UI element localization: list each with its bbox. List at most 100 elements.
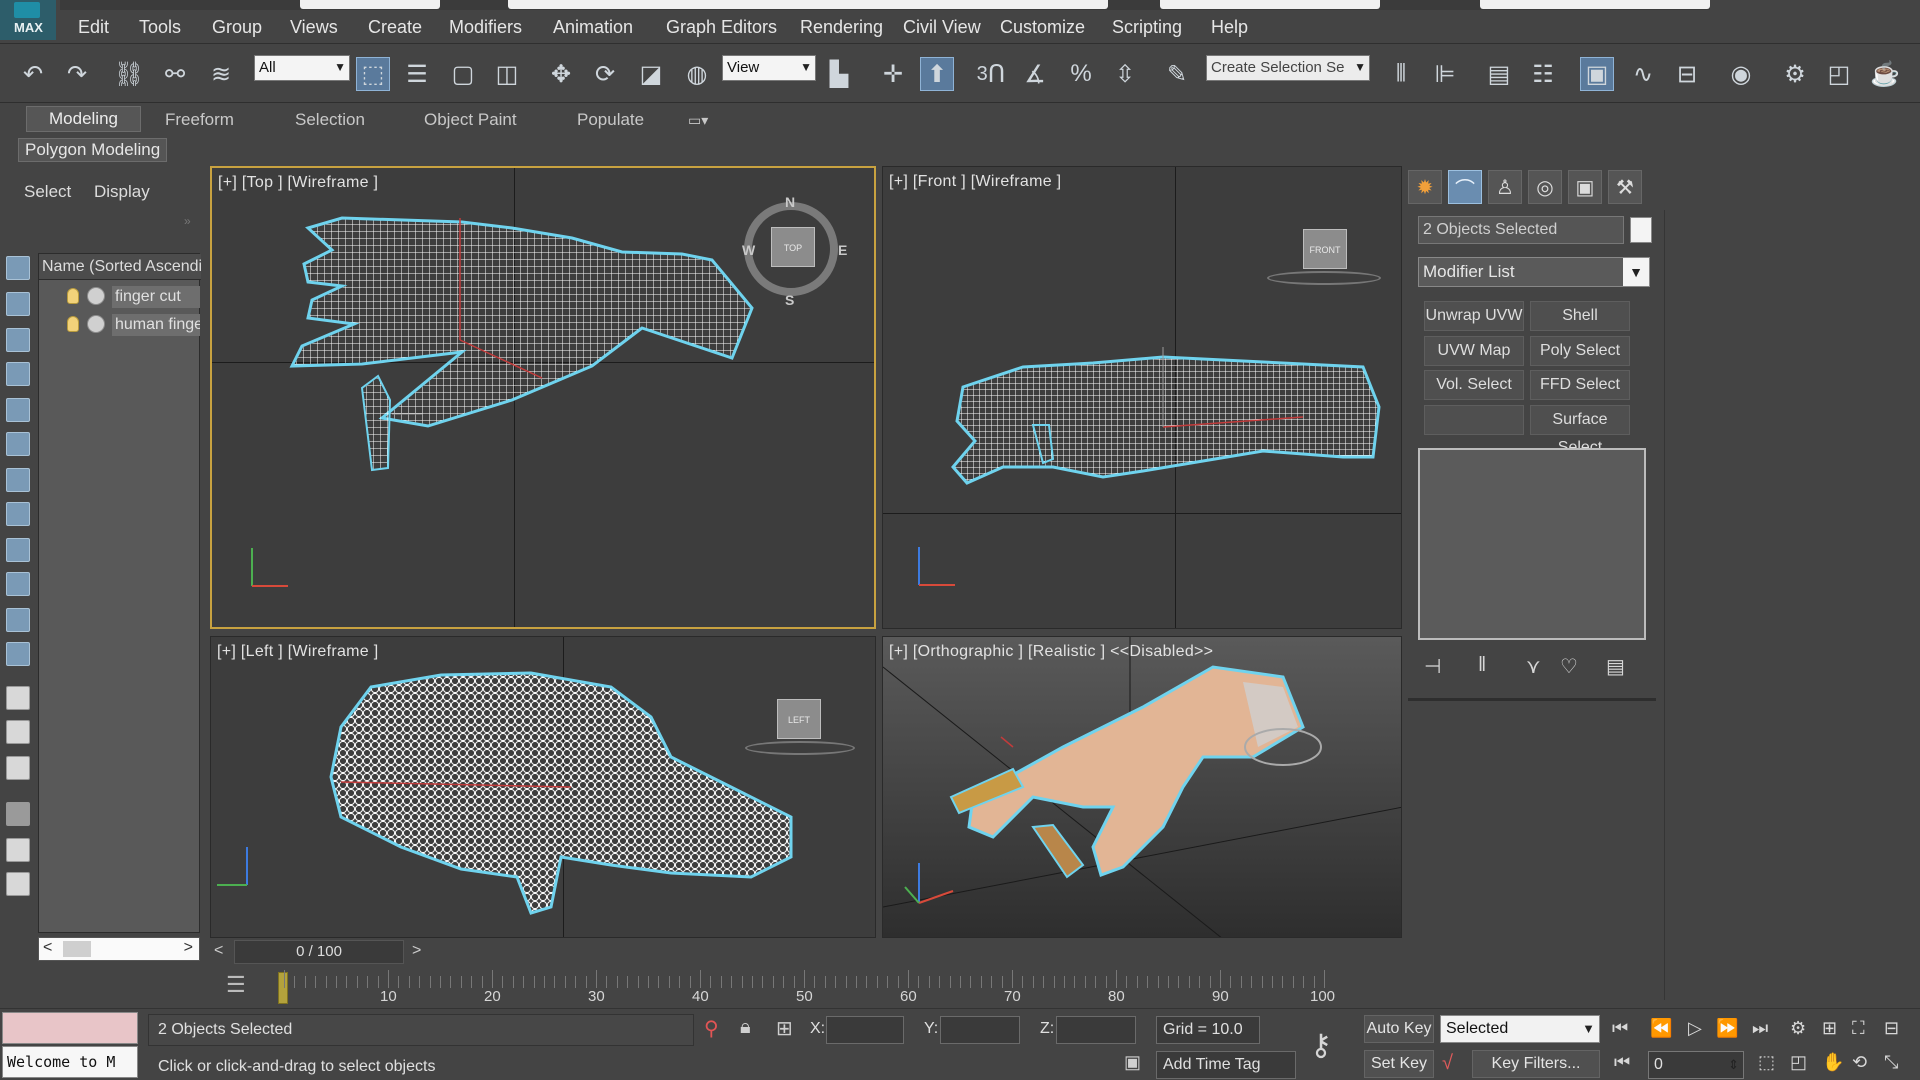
display-lights-icon[interactable] xyxy=(6,328,30,352)
workspace-field[interactable] xyxy=(300,0,440,9)
menu-animation[interactable]: Animation xyxy=(553,17,633,38)
show-end-result-icon[interactable]: ‖ xyxy=(1478,654,1486,677)
named-selection-set-dropdown[interactable]: Create Selection Se ▼ xyxy=(1206,55,1370,81)
pivot-center-icon[interactable]: ▙ xyxy=(822,57,856,91)
tab-modeling[interactable]: Modeling xyxy=(26,106,141,132)
tab-display[interactable]: Display xyxy=(94,182,150,202)
scene-explorer-icon[interactable]: ▣ xyxy=(1580,57,1614,91)
z-coordinate-field[interactable] xyxy=(1056,1016,1136,1044)
chevron-left-icon[interactable]: < xyxy=(43,939,52,957)
configure-modifier-sets-icon[interactable]: ▤ xyxy=(1606,654,1625,679)
set-key-icon[interactable]: ⚷ xyxy=(1310,1028,1332,1063)
display-all-icon[interactable] xyxy=(6,686,30,710)
toggle-ribbon-icon[interactable]: ☷ xyxy=(1526,57,1560,91)
mirror-icon[interactable]: ⫴ xyxy=(1384,57,1418,91)
display-containers-icon[interactable] xyxy=(6,572,30,596)
menu-scripting[interactable]: Scripting xyxy=(1112,17,1182,38)
display-invert-icon[interactable] xyxy=(6,756,30,780)
schematic-view-icon[interactable]: ⊟ xyxy=(1670,57,1704,91)
help-search-field[interactable] xyxy=(1160,0,1380,9)
time-slider[interactable]: < 0 / 100 > xyxy=(210,940,430,964)
align-icon[interactable]: ⊫ xyxy=(1428,57,1462,91)
shell-button[interactable]: Shell xyxy=(1530,301,1630,331)
viewcube[interactable]: LEFT xyxy=(777,699,821,739)
ribbon-options-icon[interactable]: ▭▾ xyxy=(688,112,708,129)
curve-editor-icon[interactable]: ∿ xyxy=(1626,57,1660,91)
viewcube-ring[interactable] xyxy=(1267,271,1381,285)
orbit-icon[interactable]: ⟲ xyxy=(1852,1052,1867,1073)
go-to-start-icon[interactable]: ⏮ xyxy=(1612,1018,1628,1039)
list-item[interactable]: finger cut xyxy=(39,284,201,310)
chevron-right-icon[interactable]: > xyxy=(184,939,193,957)
play-icon[interactable]: ▷ xyxy=(1688,1018,1702,1039)
visibility-icon[interactable] xyxy=(87,287,105,305)
menu-views[interactable]: Views xyxy=(290,17,338,38)
tab-create[interactable]: ✹ xyxy=(1408,170,1442,204)
isolate-selection-icon[interactable]: ⚲ xyxy=(704,1016,719,1041)
time-tag-icon[interactable]: ▣ xyxy=(1124,1052,1141,1073)
material-editor-icon[interactable]: ◉ xyxy=(1724,57,1758,91)
previous-key-icon[interactable]: ⏪ xyxy=(1650,1018,1672,1039)
modifier-stack[interactable] xyxy=(1418,448,1646,640)
polygon-modeling-panel[interactable]: Polygon Modeling xyxy=(18,138,168,162)
key-tangent-icon[interactable]: √ xyxy=(1442,1052,1453,1075)
angle-snap-icon[interactable]: ∡ xyxy=(1018,57,1052,91)
viewport-top[interactable]: TOP N E S W [+] [Top ] [Wireframe ] xyxy=(210,166,876,629)
link-icon[interactable]: ⛓ xyxy=(112,57,146,91)
tab-modify[interactable]: ⌒ xyxy=(1448,170,1482,204)
viewport-front[interactable]: FRONT [+] [Front ] [Wireframe ] xyxy=(882,166,1402,629)
maximize-viewport-icon[interactable]: ⛶ xyxy=(1852,1018,1865,1039)
tab-motion[interactable]: ◎ xyxy=(1528,170,1562,204)
menu-modifiers[interactable]: Modifiers xyxy=(449,17,522,38)
zoom-extents-all-icon[interactable]: ⊞ xyxy=(1822,1018,1837,1039)
viewport-label[interactable]: [+] [Front ] [Wireframe ] xyxy=(889,173,1061,191)
go-to-end-icon[interactable]: ⏭ xyxy=(1752,1018,1768,1039)
menu-customize[interactable]: Customize xyxy=(1000,17,1085,38)
previous-frame-icon[interactable]: < xyxy=(214,942,223,960)
make-unique-icon[interactable]: ⋎ xyxy=(1526,654,1541,679)
reference-coordinate-dropdown[interactable]: View ▼ xyxy=(722,55,816,81)
pan-view-icon[interactable]: ✋ xyxy=(1822,1052,1844,1073)
maxscript-listener-output[interactable] xyxy=(2,1012,138,1044)
undo-icon[interactable]: ↶ xyxy=(16,57,50,91)
filter-icon[interactable] xyxy=(6,802,30,826)
viewcube-ring[interactable] xyxy=(745,741,855,755)
app-logo[interactable]: MAX xyxy=(0,0,56,40)
light-bulb-icon[interactable] xyxy=(67,288,79,304)
bind-spacewarp-icon[interactable]: ≋ xyxy=(204,57,238,91)
current-frame-field[interactable]: 0 ⇕ xyxy=(1648,1051,1744,1079)
display-spacewarps-icon[interactable] xyxy=(6,432,30,456)
viewport-orthographic[interactable]: [+] [Orthographic ] [Realistic ] <<Disab… xyxy=(882,636,1402,938)
select-by-name-icon[interactable]: ☰ xyxy=(400,57,434,91)
select-object-icon[interactable]: ⬚ xyxy=(356,57,390,91)
uvw-map-button[interactable]: UVW Map xyxy=(1424,336,1524,366)
menu-graph-editors[interactable]: Graph Editors xyxy=(666,17,777,38)
render-production-icon[interactable]: ☕ xyxy=(1868,57,1902,91)
menu-create[interactable]: Create xyxy=(368,17,422,38)
snaps-toggle-icon[interactable]: 3ᑎ xyxy=(974,57,1008,91)
display-none-icon[interactable] xyxy=(6,720,30,744)
time-marker[interactable] xyxy=(278,972,288,1004)
auto-key-button[interactable]: Auto Key xyxy=(1364,1015,1434,1043)
tab-select[interactable]: Select xyxy=(24,182,71,202)
next-key-icon[interactable]: ⏩ xyxy=(1716,1018,1738,1039)
rendered-frame-window-icon[interactable]: ◰ xyxy=(1822,57,1856,91)
maximize-toggle-icon[interactable]: ⤡ xyxy=(1884,1052,1898,1073)
key-filters-button[interactable]: Key Filters... xyxy=(1472,1050,1600,1078)
rectangular-selection-icon[interactable]: ▢ xyxy=(446,57,480,91)
menu-civil-view[interactable]: Civil View xyxy=(903,17,981,38)
find-icon[interactable] xyxy=(6,838,30,862)
select-manipulate-icon[interactable]: ✛ xyxy=(876,57,910,91)
time-configuration-icon[interactable]: ⚙ xyxy=(1790,1018,1806,1039)
display-groups-icon[interactable] xyxy=(6,468,30,492)
unlink-icon[interactable]: ⚯ xyxy=(158,57,192,91)
track-bar[interactable]: 10 20 30 40 50 60 70 80 90 100 xyxy=(270,966,1404,1006)
object-color-swatch[interactable] xyxy=(1630,217,1652,243)
spinner-snap-icon[interactable]: ⇳ xyxy=(1108,57,1142,91)
tab-freeform[interactable]: Freeform xyxy=(165,110,234,130)
scrollbar-thumb[interactable] xyxy=(63,941,91,957)
viewcube[interactable]: TOP xyxy=(771,227,815,267)
rotate-icon[interactable]: ⟳ xyxy=(588,57,622,91)
column-header-name[interactable]: Name (Sorted Ascendin xyxy=(39,254,201,280)
display-helpers-icon[interactable] xyxy=(6,398,30,422)
